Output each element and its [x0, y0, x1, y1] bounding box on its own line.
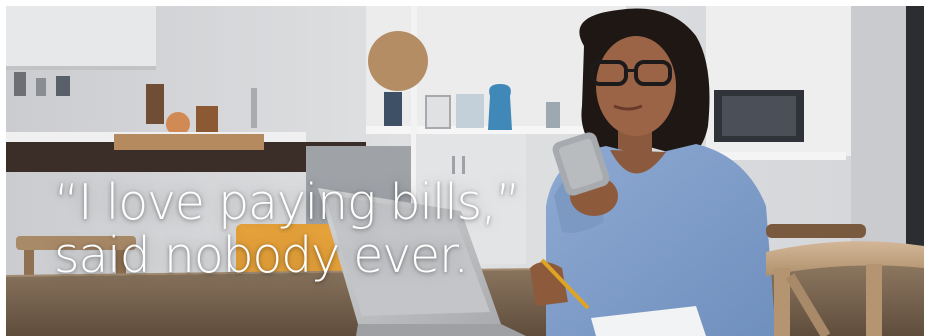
hero-headline: “I love paying bills,” said nobody ever. [54, 174, 521, 284]
hero-banner: “I love paying bills,” said nobody ever. [6, 6, 924, 336]
headline-line-1: “I love paying bills,” [54, 174, 521, 231]
hero-photo [6, 6, 924, 336]
headline-line-2: said nobody ever. [54, 227, 469, 284]
